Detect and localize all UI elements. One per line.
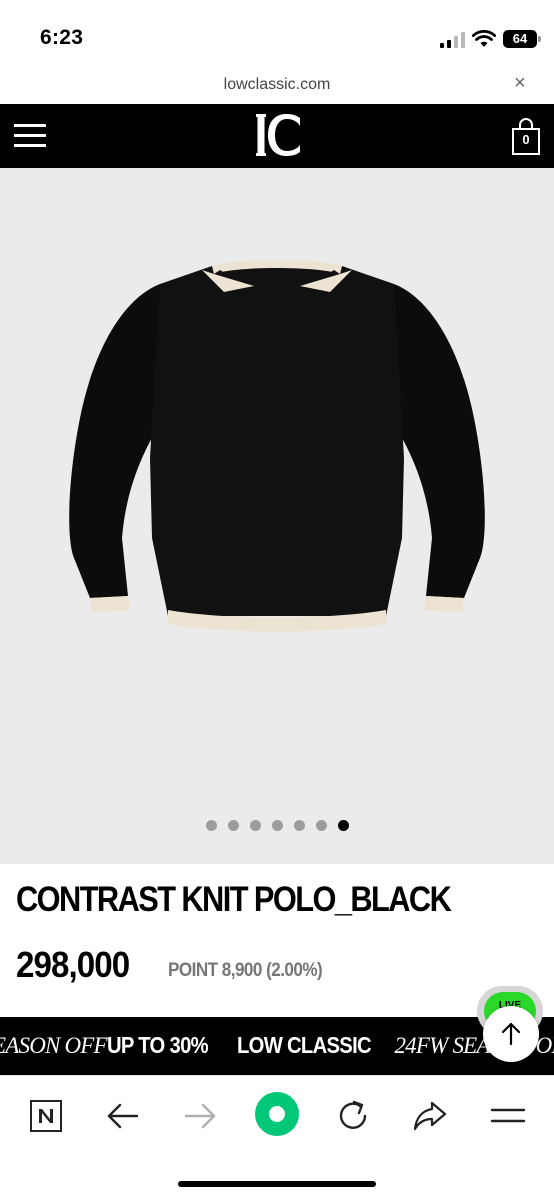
cart-count: 0 xyxy=(522,132,530,147)
sweater-product-photo xyxy=(69,260,485,632)
site-header: 0 xyxy=(0,104,554,168)
status-bar: 6:23 64 xyxy=(0,0,554,66)
wifi-icon xyxy=(472,30,496,47)
marquee-text: LOW CLASSIC xyxy=(236,1032,372,1058)
forward-arrow-icon[interactable] xyxy=(178,1094,222,1138)
refresh-icon[interactable] xyxy=(331,1094,375,1138)
close-icon[interactable]: × xyxy=(514,72,526,95)
gallery-dot-active[interactable] xyxy=(337,820,349,831)
scroll-to-top-button[interactable] xyxy=(483,1006,539,1062)
green-circle-icon[interactable] xyxy=(253,1090,301,1138)
battery-nub xyxy=(538,36,541,42)
marquee-text: EASON OFF xyxy=(0,1033,108,1058)
gallery-dot[interactable] xyxy=(249,820,261,831)
status-time: 6:23 xyxy=(40,26,84,49)
marquee-text: UP TO 30% xyxy=(106,1032,209,1058)
menu-icon[interactable] xyxy=(486,1094,530,1138)
url-bar[interactable]: lowclassic.com × xyxy=(0,66,554,104)
gallery-dot[interactable] xyxy=(293,820,305,831)
promo-marquee-banner[interactable]: EASON OFFUP TO 30% LOW CLASSIC 24FW SEAS… xyxy=(0,1017,554,1075)
gallery-dot[interactable] xyxy=(205,820,217,831)
marquee-track: EASON OFFUP TO 30% LOW CLASSIC 24FW SEAS… xyxy=(0,1032,554,1059)
gallery-dot[interactable] xyxy=(227,820,239,831)
product-points: POINT 8,900 (2.00%) xyxy=(168,960,323,981)
product-price: 298,000 xyxy=(16,944,130,985)
product-image-gallery[interactable] xyxy=(0,168,554,864)
gallery-dot[interactable] xyxy=(271,820,283,831)
naver-n-icon[interactable] xyxy=(24,1094,68,1138)
url-text[interactable]: lowclassic.com xyxy=(0,76,554,94)
gallery-dot[interactable] xyxy=(315,820,327,831)
share-icon[interactable] xyxy=(408,1094,452,1138)
cellular-signal-icon xyxy=(440,32,465,48)
shopping-bag-button[interactable]: 0 xyxy=(510,116,542,156)
lowclassic-logo[interactable] xyxy=(254,112,304,160)
browser-toolbar xyxy=(0,1075,554,1200)
home-indicator xyxy=(178,1181,376,1187)
battery-icon: 64 xyxy=(503,30,537,48)
back-arrow-icon[interactable] xyxy=(101,1094,145,1138)
arrow-up-icon xyxy=(501,1022,521,1046)
hamburger-menu-icon[interactable] xyxy=(14,122,46,150)
gallery-pagination[interactable] xyxy=(0,820,554,832)
product-title: CONTRAST KNIT POLO_BLACK xyxy=(16,880,452,919)
